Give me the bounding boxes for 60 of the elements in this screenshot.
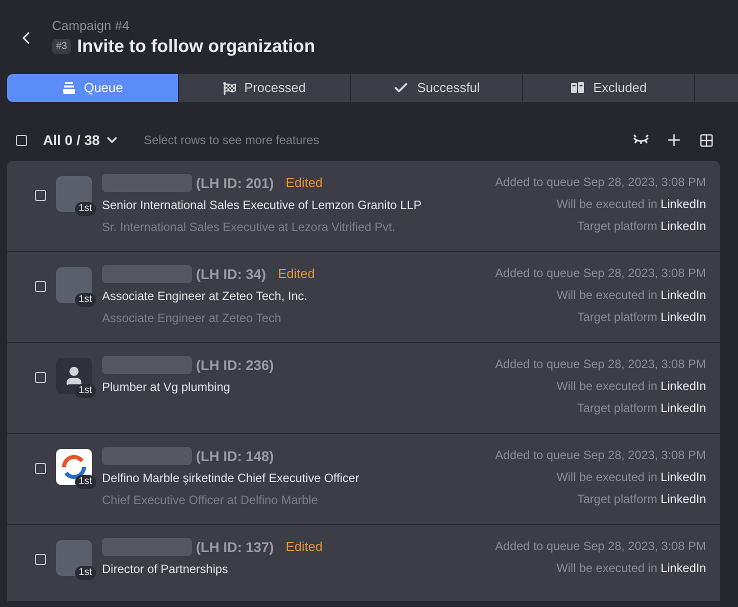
- current-position: Associate Engineer at Zeteo Tech: [102, 310, 282, 327]
- row-checkbox[interactable]: [35, 372, 46, 383]
- executed-platform: Will be executed in LinkedIn: [556, 196, 706, 213]
- row-checkbox[interactable]: [35, 190, 46, 201]
- lh-id: (LH ID: 148): [196, 446, 274, 466]
- person-avatar: [56, 358, 92, 394]
- selection-hint: Select rows to see more features: [144, 132, 320, 149]
- edited-label: Edited: [278, 265, 315, 284]
- photo-placeholder: [56, 267, 92, 303]
- added-date: Added to queue Sep 28, 2023, 3:08 PM: [495, 538, 706, 555]
- headline: Associate Engineer at Zeteo Tech, Inc.: [102, 288, 308, 305]
- step-badge: #3: [52, 38, 72, 54]
- executed-platform: Will be executed in LinkedIn: [556, 469, 706, 486]
- degree-badge: 1st: [74, 384, 96, 398]
- tab[interactable]: Successful: [351, 74, 522, 102]
- checkered-flag-icon: [223, 82, 236, 94]
- degree-badge: 1st: [74, 293, 96, 307]
- added-date: Added to queue Sep 28, 2023, 3:08 PM: [495, 356, 706, 373]
- tab[interactable]: Excluded: [523, 74, 694, 102]
- closed-eye-icon[interactable]: [633, 134, 649, 146]
- target-platform: Target platform LinkedIn: [577, 218, 706, 235]
- lh-id: (LH ID: 137): [196, 538, 274, 557]
- added-date: Added to queue Sep 28, 2023, 3:08 PM: [495, 447, 706, 464]
- headline: Director of Partnerships: [102, 561, 230, 578]
- cards-icon: [570, 81, 586, 95]
- tray-stack-icon: [62, 81, 76, 95]
- grid-icon[interactable]: [699, 132, 714, 148]
- executed-platform: Will be executed in LinkedIn: [556, 287, 706, 304]
- degree-badge: 1st: [74, 202, 96, 216]
- select-all-checkbox[interactable]: [16, 134, 27, 146]
- row-checkbox[interactable]: [35, 554, 46, 565]
- headline: Plumber at Vg plumbing: [102, 379, 232, 396]
- lh-id: (LH ID: 236): [196, 356, 274, 375]
- add-icon[interactable]: [665, 131, 683, 149]
- executed-platform: Will be executed in LinkedIn: [556, 378, 706, 395]
- current-position: Sr. International Sales Executive at Lezora Vitrified Pvt.: [102, 219, 396, 236]
- target-platform: Target platform LinkedIn: [577, 491, 706, 508]
- degree-badge: 1st: [74, 566, 96, 580]
- selection-dropdown[interactable]: All 0 / 38: [43, 130, 120, 150]
- lh-id: (LH ID: 201): [196, 174, 274, 193]
- lh-id: (LH ID: 34): [196, 264, 266, 284]
- degree-badge: 1st: [74, 475, 96, 489]
- photo-placeholder: [56, 540, 92, 576]
- swirl-logo-icon: [56, 449, 92, 485]
- photo-placeholder: [56, 176, 92, 212]
- headline: Delfino Marble şirketinde Chief Executive Officer: [102, 470, 360, 487]
- current-position: Chief Executive Officer at Delfino Marble: [102, 492, 319, 509]
- target-platform: Target platform LinkedIn: [577, 309, 706, 326]
- tab[interactable]: Processed: [179, 74, 350, 102]
- added-date: Added to queue Sep 28, 2023, 3:08 PM: [495, 265, 706, 282]
- headline: Senior International Sales Executive of Lemzon Granito LLP: [102, 197, 422, 214]
- edited-label: Edited: [286, 538, 323, 556]
- executed-platform: Will be executed in LinkedIn: [556, 560, 706, 577]
- campaign-label: Campaign #4: [52, 18, 130, 34]
- edited-label: Edited: [286, 174, 323, 192]
- target-platform: Target platform LinkedIn: [577, 400, 706, 417]
- page-title: Invite to follow organization: [77, 35, 316, 58]
- row-checkbox[interactable]: [35, 281, 46, 292]
- row-checkbox[interactable]: [35, 463, 46, 474]
- added-date: Added to queue Sep 28, 2023, 3:08 PM: [495, 174, 706, 191]
